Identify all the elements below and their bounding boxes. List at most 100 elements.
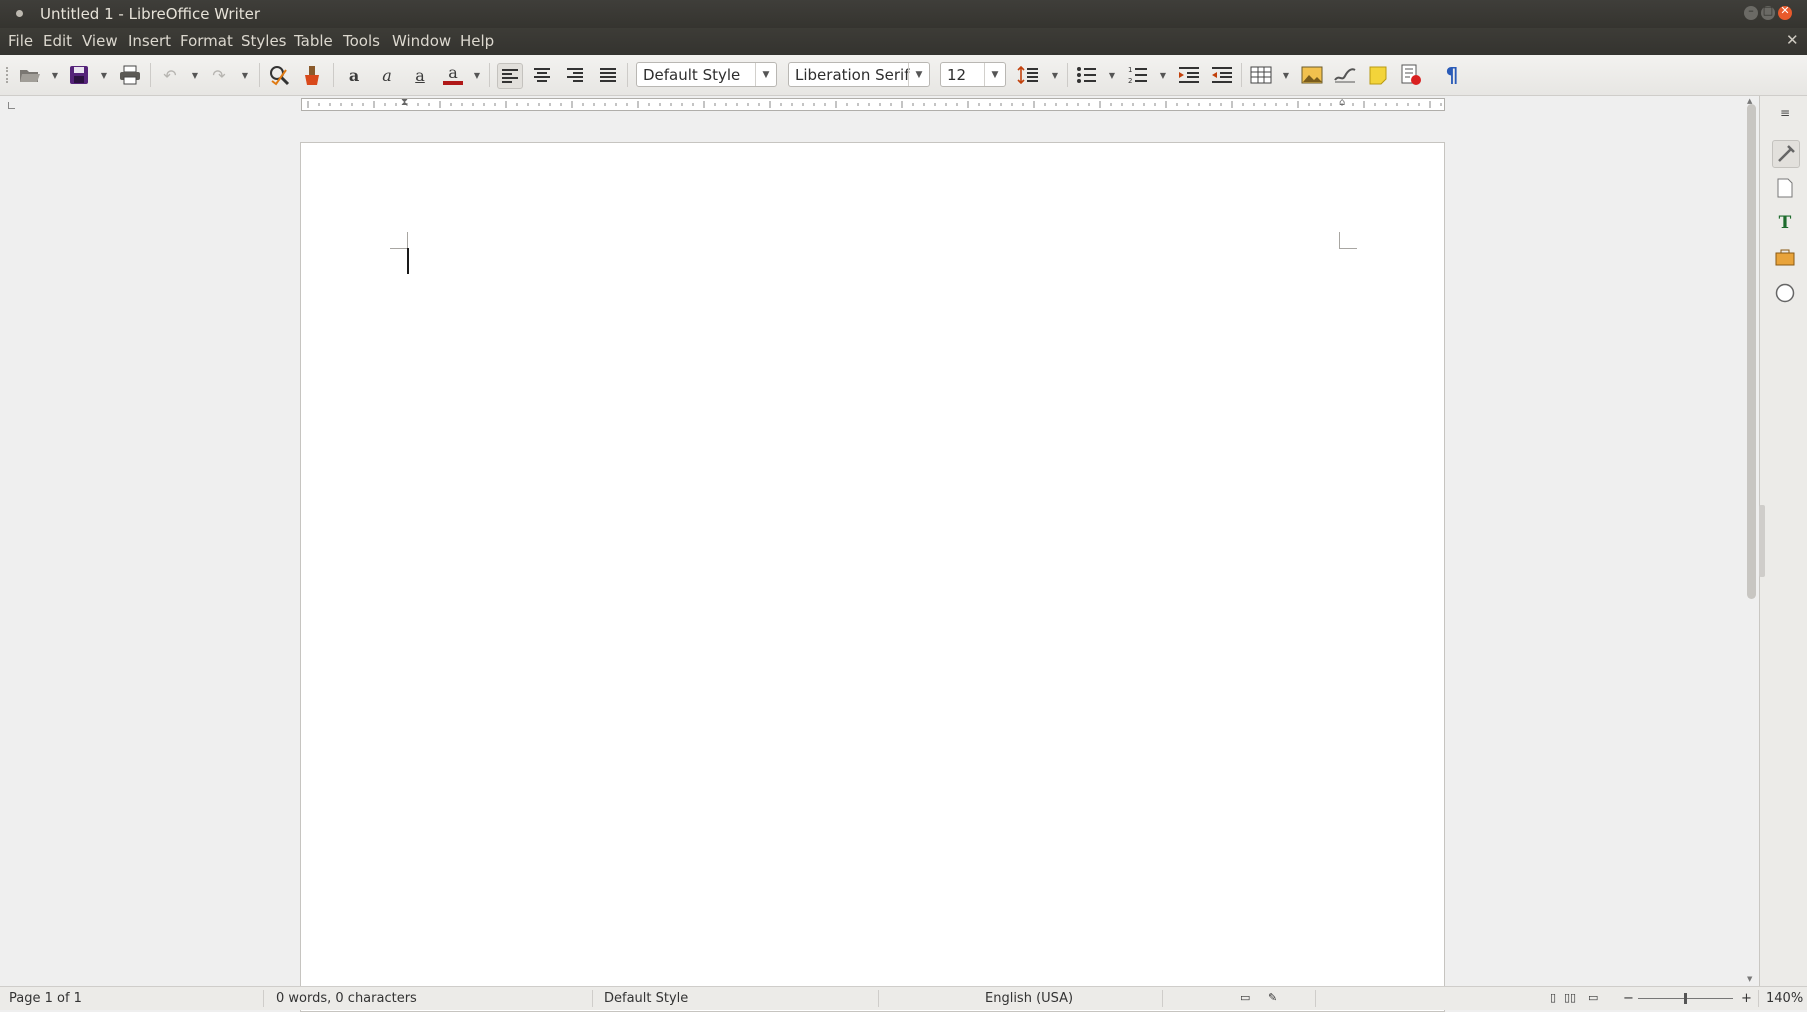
styles-icon[interactable]: T <box>1772 210 1798 236</box>
open-dropdown-icon[interactable]: ▼ <box>50 63 60 87</box>
zoom-slider-handle[interactable] <box>1684 993 1687 1004</box>
sidebar-resize-handle[interactable] <box>1759 505 1765 577</box>
chevron-down-icon[interactable]: ▼ <box>908 63 929 86</box>
undo-dropdown-icon[interactable]: ▼ <box>190 63 200 87</box>
zoom-out-button[interactable]: − <box>1623 991 1634 1006</box>
font-name-value: Liberation Serif <box>795 66 910 84</box>
bullet-list-icon[interactable] <box>1075 63 1099 87</box>
bold-icon[interactable]: a <box>342 63 366 87</box>
menu-file[interactable]: File <box>8 32 33 50</box>
word-count-status[interactable]: 0 words, 0 characters <box>276 991 417 1006</box>
menu-insert[interactable]: Insert <box>128 32 171 50</box>
close-window-button[interactable]: ✕ <box>1778 4 1792 20</box>
chevron-down-icon[interactable]: ▼ <box>984 63 1005 86</box>
navigator-icon[interactable] <box>1772 280 1798 306</box>
spelling-icon[interactable] <box>267 63 291 87</box>
page-icon[interactable] <box>1772 175 1798 201</box>
status-separator <box>1162 990 1163 1007</box>
font-size-select[interactable]: 12 ▼ <box>940 62 1006 87</box>
left-indent-marker-icon[interactable]: ⧗ <box>401 97 408 108</box>
clone-formatting-icon[interactable] <box>300 63 324 87</box>
zoom-in-button[interactable]: + <box>1741 991 1752 1006</box>
close-icon: ✕ <box>1780 4 1790 17</box>
status-separator <box>1315 990 1316 1007</box>
open-icon[interactable] <box>18 63 42 87</box>
save-dropdown-icon[interactable]: ▼ <box>99 63 109 87</box>
menu-view[interactable]: View <box>82 32 118 50</box>
insert-chart-icon[interactable] <box>1333 63 1357 87</box>
horizontal-ruler[interactable]: ⧗ ⌂ <box>301 97 1445 111</box>
gallery-icon[interactable] <box>1772 244 1798 270</box>
tab-type-icon[interactable] <box>8 102 15 109</box>
font-color-icon[interactable]: a <box>441 63 465 87</box>
numbered-list-dropdown-icon[interactable]: ▼ <box>1158 63 1168 87</box>
menu-edit[interactable]: Edit <box>43 32 72 50</box>
page-style-status[interactable]: Default Style <box>604 991 688 1006</box>
font-color-dropdown-icon[interactable]: ▼ <box>472 63 482 87</box>
numbered-list-icon[interactable]: 12 <box>1126 63 1150 87</box>
status-separator <box>263 990 264 1007</box>
redo-icon[interactable]: ↷ <box>207 63 231 87</box>
bullet-list-dropdown-icon[interactable]: ▼ <box>1107 63 1117 87</box>
paragraph-style-select[interactable]: Default Style ▼ <box>636 62 777 87</box>
menu-window[interactable]: Window <box>392 32 451 50</box>
toolbar-grip[interactable] <box>6 67 10 83</box>
align-center-icon[interactable] <box>530 63 554 87</box>
align-right-icon[interactable] <box>563 63 587 87</box>
increase-indent-icon[interactable] <box>1177 63 1201 87</box>
toolbar-separator <box>333 63 334 87</box>
scrollbar-thumb[interactable] <box>1747 104 1756 599</box>
text-cursor <box>407 248 409 274</box>
align-left-icon[interactable] <box>497 63 523 89</box>
window-title: Untitled 1 - LibreOffice Writer <box>40 5 261 23</box>
menu-styles[interactable]: Styles <box>241 32 287 50</box>
toolbar-separator <box>1241 63 1242 87</box>
zoom-level[interactable]: 140% <box>1766 991 1803 1006</box>
text-boundary-top-right <box>1339 232 1340 248</box>
scroll-up-icon[interactable]: ▲ <box>1747 97 1752 105</box>
print-icon[interactable] <box>118 63 142 87</box>
book-view-icon[interactable]: ▭ <box>1588 991 1598 1004</box>
scroll-down-icon[interactable]: ▼ <box>1747 975 1752 983</box>
line-spacing-dropdown-icon[interactable]: ▼ <box>1050 63 1060 87</box>
justify-icon[interactable] <box>596 63 620 87</box>
font-name-select[interactable]: Liberation Serif ▼ <box>788 62 930 87</box>
text-boundary-top-right <box>1339 248 1357 249</box>
insert-comment-icon[interactable] <box>1366 63 1390 87</box>
minimize-button[interactable]: – <box>1744 4 1758 20</box>
single-page-view-icon[interactable]: ▯ <box>1550 991 1556 1004</box>
insert-mode-icon[interactable]: ▭ <box>1240 991 1250 1004</box>
save-icon[interactable] <box>67 63 91 87</box>
formatting-marks-icon[interactable]: ¶ <box>1440 63 1464 87</box>
menu-table[interactable]: Table <box>294 32 333 50</box>
decrease-indent-icon[interactable] <box>1210 63 1234 87</box>
menu-tools[interactable]: Tools <box>343 32 380 50</box>
document-modified-icon[interactable]: ✎ <box>1268 991 1277 1004</box>
text-boundary-top-left <box>390 248 408 249</box>
redo-dropdown-icon[interactable]: ▼ <box>240 63 250 87</box>
toolbar-separator <box>1067 63 1068 87</box>
multi-page-view-icon[interactable]: ▯▯ <box>1564 991 1576 1004</box>
maximize-button[interactable]: □ <box>1761 4 1775 20</box>
insert-image-icon[interactable] <box>1300 63 1324 87</box>
sidebar-menu-icon[interactable]: ≡ <box>1772 100 1798 126</box>
document-page[interactable] <box>300 142 1445 1012</box>
line-spacing-icon[interactable] <box>1016 63 1040 87</box>
toolbar-separator <box>627 63 628 87</box>
app-menu-dot-icon[interactable] <box>16 10 23 17</box>
close-document-button[interactable]: ✕ <box>1786 31 1799 49</box>
underline-icon[interactable]: a <box>408 63 432 87</box>
properties-icon[interactable] <box>1772 140 1800 168</box>
language-status[interactable]: English (USA) <box>985 991 1073 1006</box>
insert-table-icon[interactable] <box>1249 63 1273 87</box>
right-indent-marker-icon[interactable]: ⌂ <box>1339 97 1345 108</box>
chevron-down-icon[interactable]: ▼ <box>755 63 776 86</box>
page-number-status[interactable]: Page 1 of 1 <box>9 991 82 1006</box>
italic-icon[interactable]: a <box>375 63 399 87</box>
undo-icon[interactable]: ↶ <box>158 63 182 87</box>
track-changes-icon[interactable] <box>1399 63 1423 87</box>
insert-table-dropdown-icon[interactable]: ▼ <box>1281 63 1291 87</box>
maximize-icon: □ <box>1762 4 1774 17</box>
menu-format[interactable]: Format <box>180 32 233 50</box>
menu-help[interactable]: Help <box>460 32 494 50</box>
